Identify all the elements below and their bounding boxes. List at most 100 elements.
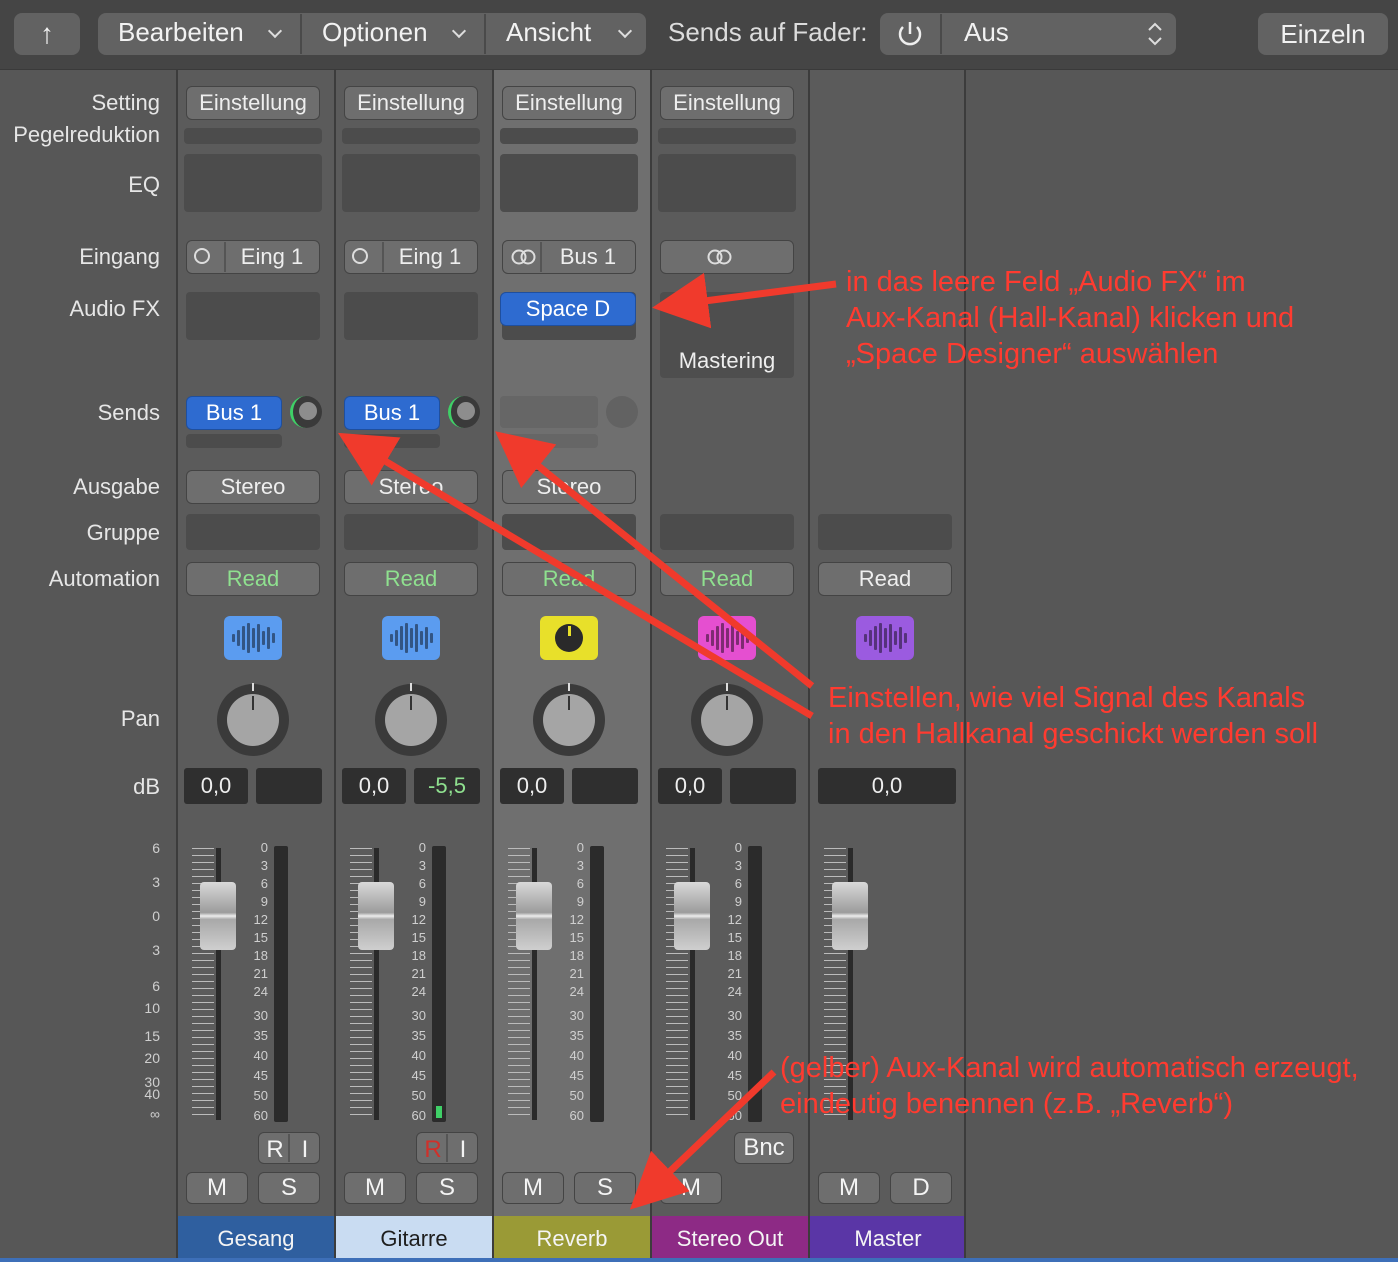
setting-button[interactable]: Einstellung xyxy=(660,86,794,120)
send-meter xyxy=(344,434,440,448)
send-bus-button[interactable]: Bus 1 xyxy=(186,396,282,430)
volume-value[interactable]: 0,0 xyxy=(818,768,956,804)
pan-knob[interactable] xyxy=(533,683,605,756)
track-icon[interactable] xyxy=(540,616,598,660)
power-icon[interactable] xyxy=(894,18,926,50)
meter-scale-label: 0 xyxy=(734,840,742,855)
channel-name[interactable]: Gesang xyxy=(176,1216,334,1262)
pan-knob[interactable] xyxy=(375,683,447,756)
menu-bearbeiten[interactable]: Bearbeiten xyxy=(118,17,244,48)
gain-reduction-meter xyxy=(658,128,796,144)
volume-value[interactable]: 0,0 xyxy=(500,768,564,804)
solo-button[interactable]: S xyxy=(416,1172,478,1204)
audio-fx-empty-slot[interactable] xyxy=(344,292,478,340)
eq-display[interactable] xyxy=(500,154,638,212)
eq-display[interactable] xyxy=(342,154,480,212)
toolbar: ↑ Bearbeiten Optionen Ansicht Sends auf … xyxy=(0,0,1398,70)
input-monitor-button[interactable]: I xyxy=(454,1136,472,1164)
send-bus-button[interactable]: Bus 1 xyxy=(344,396,440,430)
meter-scale-label: 45 xyxy=(569,1068,584,1083)
pan-knob[interactable] xyxy=(217,683,289,756)
automation-button[interactable]: Read xyxy=(818,562,952,596)
group-slot[interactable] xyxy=(502,514,636,550)
level-meter xyxy=(590,846,604,1122)
mastering-plugin[interactable]: Mastering xyxy=(660,348,794,374)
channel-name[interactable]: Reverb xyxy=(492,1216,650,1262)
fader-scale-label: 0 xyxy=(152,908,160,924)
einzeln-button[interactable]: Einzeln xyxy=(1258,13,1388,55)
dim-button[interactable]: D xyxy=(890,1172,952,1204)
output-button[interactable]: Stereo xyxy=(186,470,320,504)
divider xyxy=(224,242,226,272)
record-enable-button[interactable]: R xyxy=(264,1136,286,1164)
output-button[interactable]: Stereo xyxy=(344,470,478,504)
track-icon[interactable] xyxy=(382,616,440,660)
updown-chevron-icon xyxy=(1148,22,1162,46)
channel-name[interactable]: Stereo Out xyxy=(650,1216,808,1262)
mute-button[interactable]: M xyxy=(502,1172,564,1204)
eq-display[interactable] xyxy=(658,154,796,212)
send-meter xyxy=(502,434,598,448)
input-monitor-button[interactable]: I xyxy=(296,1136,314,1164)
group-slot[interactable] xyxy=(818,514,952,550)
meter-scale-label: 24 xyxy=(727,984,742,999)
back-arrow-icon[interactable]: ↑ xyxy=(14,13,80,55)
setting-button[interactable]: Einstellung xyxy=(186,86,320,120)
group-slot[interactable] xyxy=(186,514,320,550)
eq-display[interactable] xyxy=(184,154,322,212)
channel-name[interactable]: Gitarre xyxy=(334,1216,492,1262)
solo-button[interactable]: S xyxy=(574,1172,636,1204)
meter-scale-label: 6 xyxy=(576,876,584,891)
track-icon[interactable] xyxy=(224,616,282,660)
mute-button[interactable]: M xyxy=(660,1172,722,1204)
meter-scale-label: 15 xyxy=(253,930,268,945)
audio-fx-plugin[interactable]: Space D xyxy=(500,292,636,326)
fader-scale-label: 40 xyxy=(144,1086,160,1102)
record-enable-button[interactable]: R xyxy=(422,1136,444,1164)
menu-optionen[interactable]: Optionen xyxy=(322,17,428,48)
solo-button[interactable]: S xyxy=(258,1172,320,1204)
bounce-button[interactable]: Bnc xyxy=(734,1132,794,1164)
volume-fader[interactable] xyxy=(674,882,710,950)
meter-scale-label: 9 xyxy=(260,894,268,909)
meter-scale-label: 3 xyxy=(260,858,268,873)
peak-value: -5,5 xyxy=(414,768,480,804)
track-icon[interactable] xyxy=(856,616,914,660)
mute-button[interactable]: M xyxy=(818,1172,880,1204)
menu-ansicht[interactable]: Ansicht xyxy=(506,17,591,48)
volume-fader[interactable] xyxy=(832,882,868,950)
output-button[interactable]: Stereo xyxy=(502,470,636,504)
send-level-knob[interactable] xyxy=(448,396,480,428)
meter-scale-label: 21 xyxy=(253,966,268,981)
volume-value[interactable]: 0,0 xyxy=(342,768,406,804)
volume-fader[interactable] xyxy=(516,882,552,950)
waveform-icon xyxy=(705,623,749,653)
mono-circle-icon xyxy=(194,248,210,264)
volume-fader[interactable] xyxy=(200,882,236,950)
automation-button[interactable]: Read xyxy=(344,562,478,596)
meter-scale-label: 6 xyxy=(260,876,268,891)
track-icon[interactable] xyxy=(698,616,756,660)
automation-button[interactable]: Read xyxy=(502,562,636,596)
volume-value[interactable]: 0,0 xyxy=(658,768,722,804)
volume-fader[interactable] xyxy=(358,882,394,950)
meter-scale-label: 40 xyxy=(253,1048,268,1063)
mute-button[interactable]: M xyxy=(186,1172,248,1204)
group-slot[interactable] xyxy=(660,514,794,550)
automation-button[interactable]: Read xyxy=(660,562,794,596)
annotation-line: Aux-Kanal (Hall-Kanal) klicken und xyxy=(846,302,1295,334)
setting-button[interactable]: Einstellung xyxy=(344,86,478,120)
mute-button[interactable]: M xyxy=(344,1172,406,1204)
send-empty-slot[interactable] xyxy=(500,396,598,428)
meter-scale-label: 12 xyxy=(727,912,742,927)
group-slot[interactable] xyxy=(344,514,478,550)
channel-name[interactable]: Master xyxy=(808,1216,966,1262)
pan-knob[interactable] xyxy=(691,683,763,756)
audio-fx-empty-slot[interactable] xyxy=(186,292,320,340)
annotation-line: in das leere Feld „Audio FX“ im xyxy=(846,266,1246,298)
send-level-knob[interactable] xyxy=(290,396,322,428)
level-meter xyxy=(748,846,762,1122)
automation-button[interactable]: Read xyxy=(186,562,320,596)
setting-button[interactable]: Einstellung xyxy=(502,86,636,120)
volume-value[interactable]: 0,0 xyxy=(184,768,248,804)
